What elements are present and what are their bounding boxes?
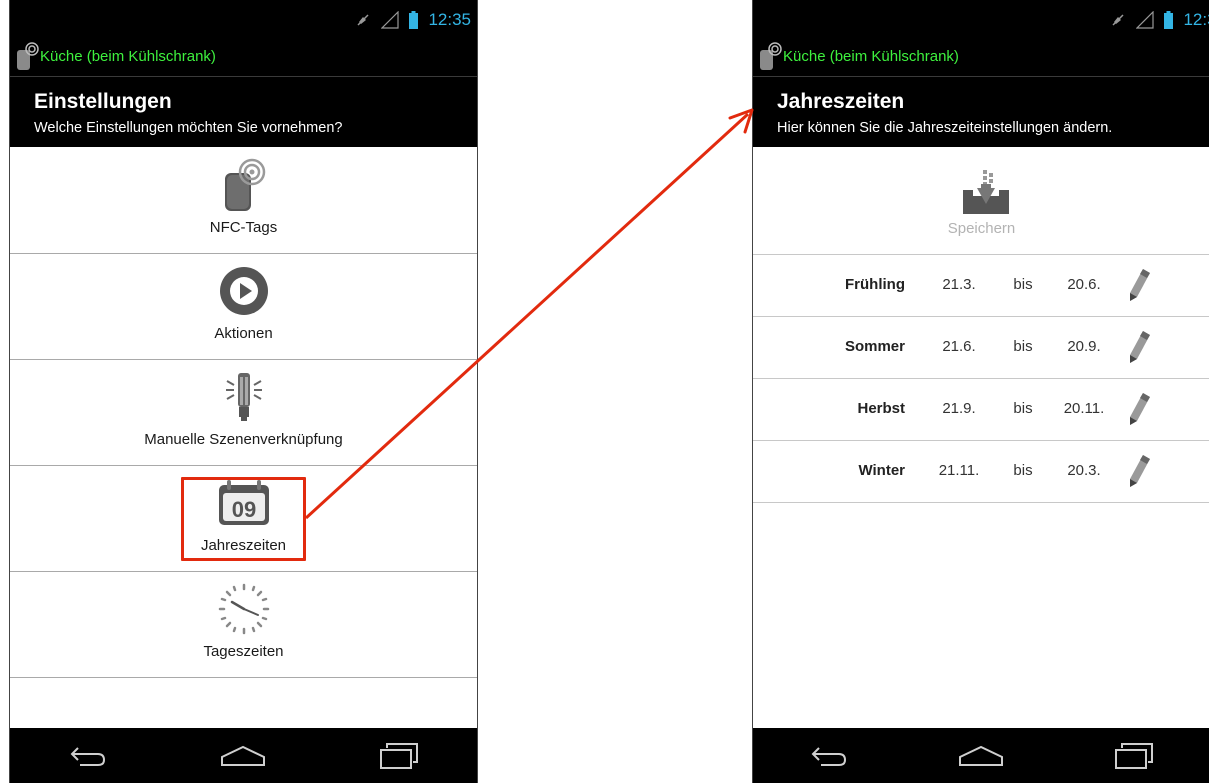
connector-arrow [304,108,754,520]
